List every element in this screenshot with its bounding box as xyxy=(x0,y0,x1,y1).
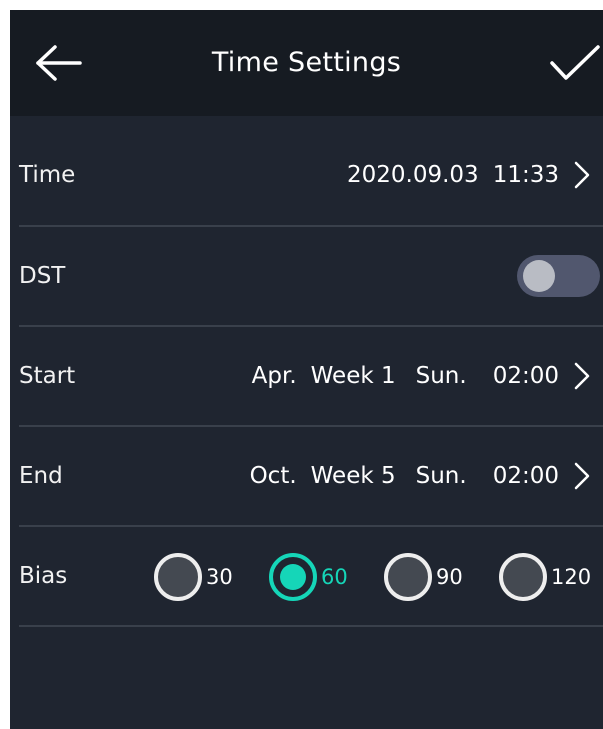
time-clock: 11:33 xyxy=(492,162,559,188)
start-day: Sun. xyxy=(415,363,467,389)
bias-label: Bias xyxy=(19,563,68,589)
end-week: Week 5 xyxy=(310,463,396,489)
end-label: End xyxy=(19,463,63,489)
chevron-right-icon xyxy=(574,362,590,390)
start-time: 02:00 xyxy=(492,363,559,389)
dst-label: DST xyxy=(19,263,66,289)
confirm-button[interactable] xyxy=(548,43,603,83)
start-label: Start xyxy=(19,363,76,389)
start-row[interactable]: Start Apr. Week 1 Sun. 02:00 xyxy=(10,326,603,426)
header-bar: Time Settings xyxy=(10,10,603,116)
time-settings-screen: Time Settings Time 2020.09.03 11:33 DST S… xyxy=(10,10,603,729)
chevron-right-icon xyxy=(574,161,590,189)
time-value: 2020.09.03 11:33 xyxy=(347,125,559,225)
end-month: Oct. xyxy=(249,463,297,489)
toggle-knob xyxy=(523,260,555,292)
radio-unselected-icon xyxy=(384,553,432,601)
divider xyxy=(19,625,603,627)
bias-option-label: 90 xyxy=(436,565,463,589)
start-value: Apr. Week 1 Sun. 02:00 xyxy=(252,326,559,426)
start-month: Apr. xyxy=(251,363,297,389)
radio-selected-icon xyxy=(269,553,317,601)
checkmark-icon xyxy=(550,45,600,80)
end-row[interactable]: End Oct. Week 5 Sun. 02:00 xyxy=(10,426,603,526)
radio-dot xyxy=(280,564,306,590)
time-label: Time xyxy=(19,162,76,188)
bias-option-label: 30 xyxy=(206,565,233,589)
dst-row: DST xyxy=(10,226,603,326)
dst-toggle[interactable] xyxy=(517,255,600,297)
radio-unselected-icon xyxy=(154,553,202,601)
time-date: 2020.09.03 xyxy=(347,162,479,188)
end-day: Sun. xyxy=(415,463,467,489)
page-title: Time Settings xyxy=(211,47,402,78)
time-row[interactable]: Time 2020.09.03 11:33 xyxy=(10,125,603,225)
start-week: Week 1 xyxy=(310,363,396,389)
end-value: Oct. Week 5 Sun. 02:00 xyxy=(250,426,559,526)
chevron-right-icon xyxy=(574,462,590,490)
bias-option-label: 60 xyxy=(321,565,348,589)
radio-unselected-icon xyxy=(499,553,547,601)
bias-option-label: 120 xyxy=(551,565,592,589)
end-time: 02:00 xyxy=(492,463,559,489)
